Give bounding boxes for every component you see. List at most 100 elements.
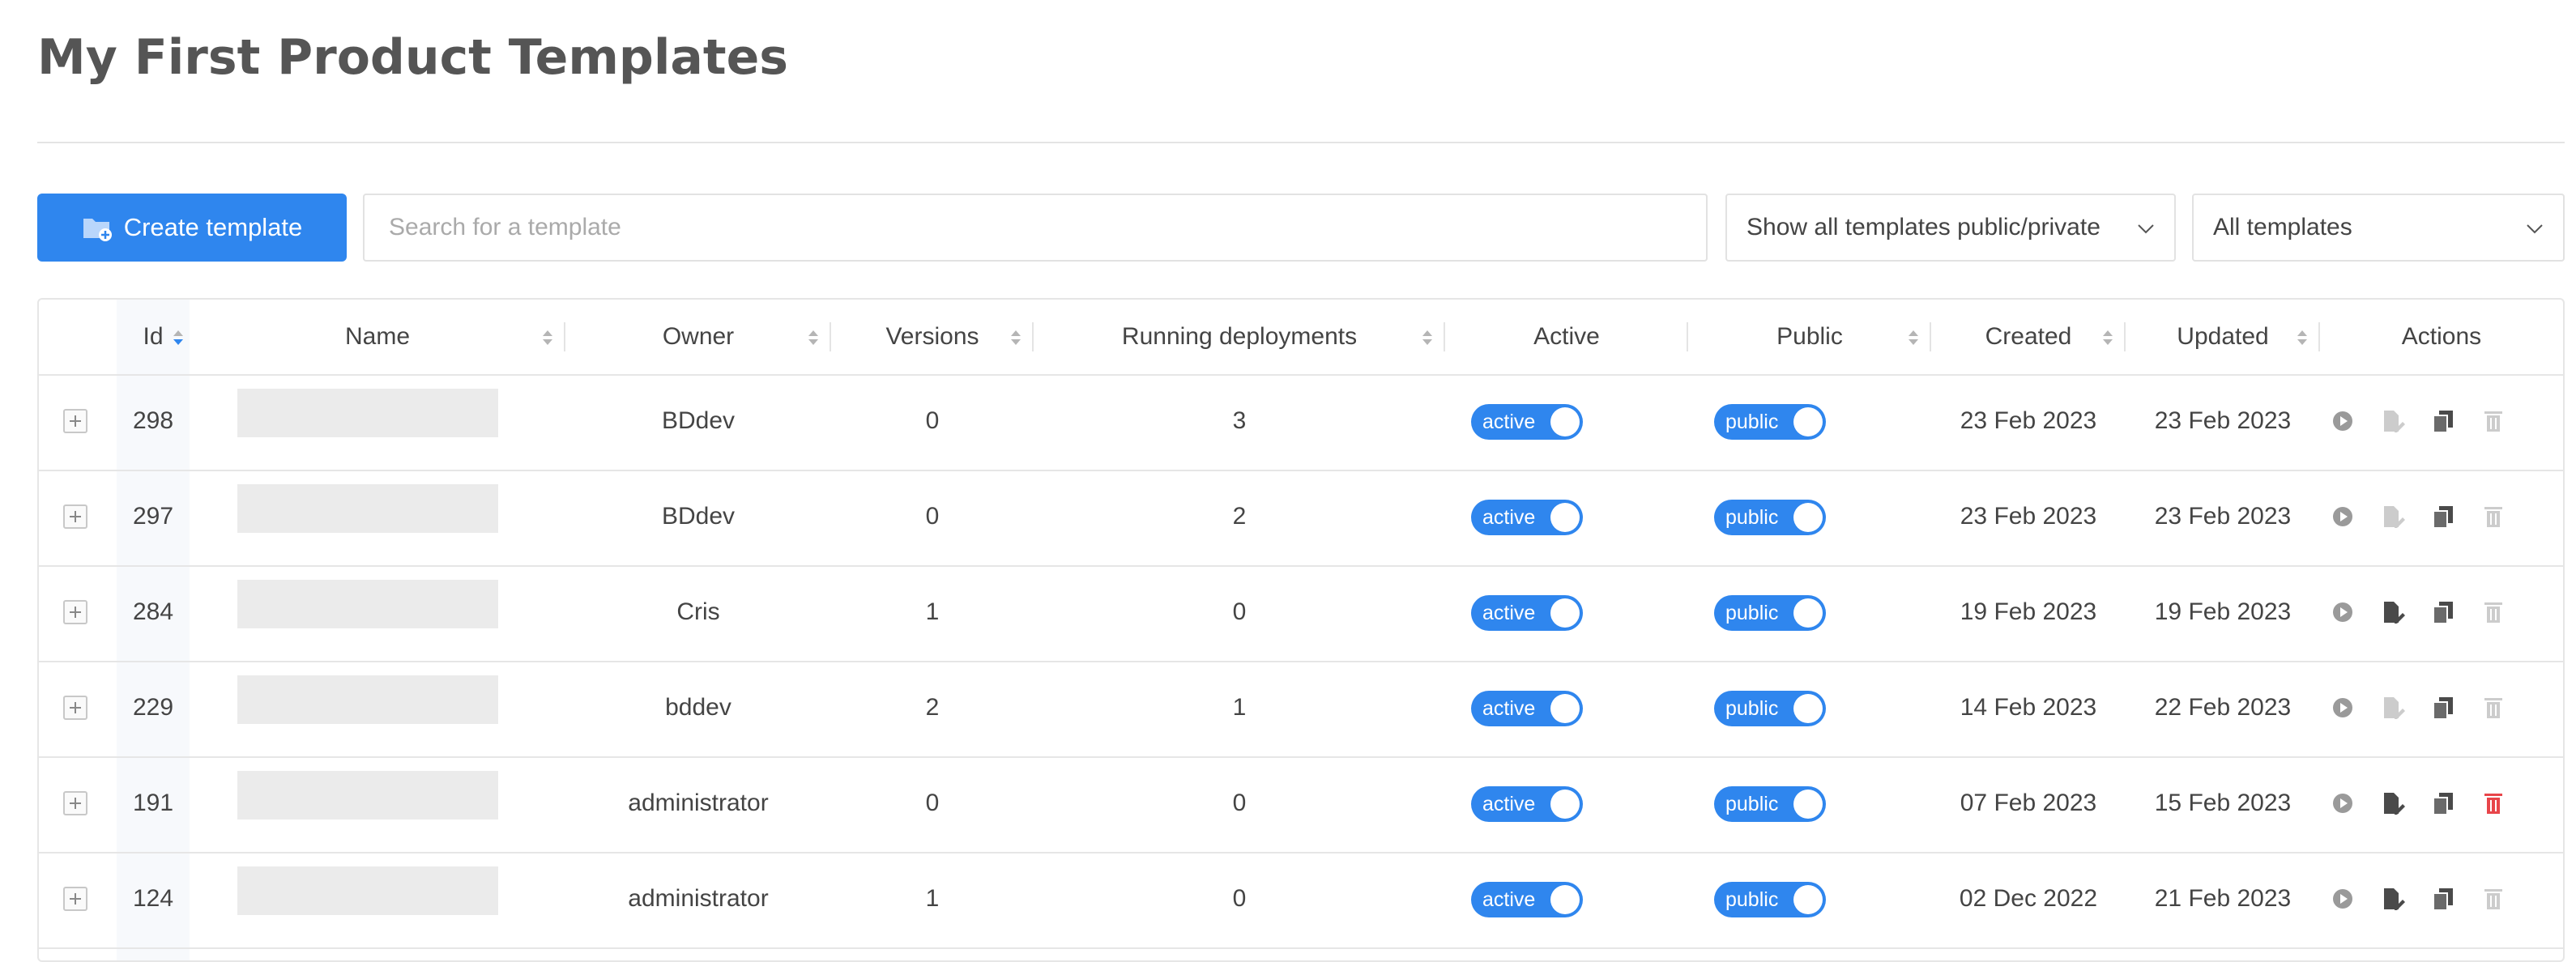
copy-icon [2433,888,2453,911]
run-button[interactable] [2328,407,2357,436]
row-owner: BDdev [661,407,736,434]
active-toggle[interactable]: active [1471,595,1583,631]
duplicate-button[interactable] [2429,502,2458,531]
active-toggle[interactable]: active [1471,882,1583,917]
row-versions: 0 [925,407,940,434]
delete-button[interactable] [2479,598,2508,627]
column-header-public[interactable]: Public [1688,300,1931,374]
toggle-knob [1793,598,1823,628]
edit-button[interactable] [2378,693,2408,722]
sort-icon [1011,330,1021,345]
row-owner: BDdev [661,503,736,530]
run-button[interactable] [2328,789,2357,818]
edit-button[interactable] [2378,407,2408,436]
column-header-id[interactable]: Id [117,300,190,374]
active-toggle[interactable]: active [1471,500,1583,535]
duplicate-button[interactable] [2429,407,2458,436]
sort-icon [2103,330,2113,345]
row-name-placeholder [237,580,498,628]
row-updated: 23 Feb 2023 [2154,407,2292,434]
edit-button[interactable] [2378,598,2408,627]
row-running-deployments: 2 [1232,503,1247,530]
public-toggle[interactable]: public [1714,404,1826,440]
run-button[interactable] [2328,502,2357,531]
public-toggle[interactable]: public [1714,595,1826,631]
row-id: 297 [132,503,174,530]
public-toggle-label: public [1725,696,1779,720]
duplicate-button[interactable] [2429,789,2458,818]
table-row: 297 BDdev 0 2 active public 23 Feb 2023 … [39,470,2563,567]
active-toggle[interactable]: active [1471,786,1583,822]
row-owner: administrator [628,790,769,816]
edit-document-icon [2384,697,2405,719]
delete-button[interactable] [2479,693,2508,722]
template-search-input[interactable] [363,194,1708,262]
row-name-placeholder [237,771,498,819]
active-toggle[interactable]: active [1471,691,1583,726]
column-header-versions[interactable]: Versions [831,300,1034,374]
table-row: 229 bddev 2 1 active public 14 Feb 2023 … [39,661,2563,758]
row-running-deployments: 0 [1232,790,1247,816]
public-toggle[interactable]: public [1714,786,1826,822]
row-created: 07 Feb 2023 [1960,790,2097,816]
public-toggle[interactable]: public [1714,691,1826,726]
edit-button[interactable] [2378,884,2408,913]
expand-row-button[interactable] [63,696,87,720]
expand-row-button[interactable] [63,409,87,433]
run-button[interactable] [2328,693,2357,722]
delete-button[interactable] [2479,789,2508,818]
delete-button[interactable] [2479,502,2508,531]
trash-icon [2484,507,2502,527]
edit-document-icon [2384,602,2405,624]
expand-row-button[interactable] [63,791,87,815]
visibility-filter-select[interactable]: Show all templates public/private [1725,194,2176,262]
create-template-button[interactable]: Create template [37,194,347,262]
toggle-knob [1550,790,1580,819]
expand-row-button[interactable] [63,600,87,624]
column-header-owner[interactable]: Owner [565,300,831,374]
row-name-placeholder [237,866,498,915]
active-toggle-label: active [1482,888,1536,911]
public-toggle[interactable]: public [1714,882,1826,917]
expand-row-button[interactable] [63,887,87,911]
row-created: 02 Dec 2022 [1959,885,2098,912]
active-toggle[interactable]: active [1471,404,1583,440]
edit-button[interactable] [2378,789,2408,818]
duplicate-button[interactable] [2429,598,2458,627]
delete-button[interactable] [2479,884,2508,913]
toggle-knob [1550,885,1580,914]
column-header-name[interactable]: Name [190,300,565,374]
public-toggle-label: public [1725,410,1779,433]
row-owner: bddev [665,694,731,721]
row-created: 14 Feb 2023 [1960,694,2097,721]
toggle-knob [1793,503,1823,532]
column-header-updated[interactable]: Updated [2126,300,2320,374]
column-header-created[interactable]: Created [1931,300,2126,374]
row-id: 284 [132,598,174,625]
row-name-placeholder [237,484,498,533]
public-toggle-label: public [1725,888,1779,911]
column-header-actions: Actions [2401,323,2482,350]
templates-table: Id Name Owner Versions Running deploymen… [37,298,2565,962]
toggle-knob [1550,407,1580,436]
row-created: 23 Feb 2023 [1960,503,2097,530]
duplicate-button[interactable] [2429,693,2458,722]
toggle-knob [1793,885,1823,914]
run-button[interactable] [2328,884,2357,913]
run-button[interactable] [2328,598,2357,627]
public-toggle[interactable]: public [1714,500,1826,535]
active-toggle-label: active [1482,696,1536,720]
table-row: 284 Cris 1 0 active public 19 Feb 2023 1… [39,565,2563,662]
expand-row-button[interactable] [63,504,87,529]
templates-page: My First Product Templates Create templa… [0,0,2576,962]
edit-button[interactable] [2378,502,2408,531]
column-header-active: Active [1445,300,1688,374]
row-created: 23 Feb 2023 [1960,407,2097,434]
row-updated: 21 Feb 2023 [2154,885,2292,912]
duplicate-button[interactable] [2429,884,2458,913]
active-toggle-label: active [1482,505,1536,529]
delete-button[interactable] [2479,407,2508,436]
template-filter-select[interactable]: All templates [2192,194,2565,262]
column-header-running-deployments[interactable]: Running deployments [1034,300,1445,374]
toggle-knob [1550,598,1580,628]
